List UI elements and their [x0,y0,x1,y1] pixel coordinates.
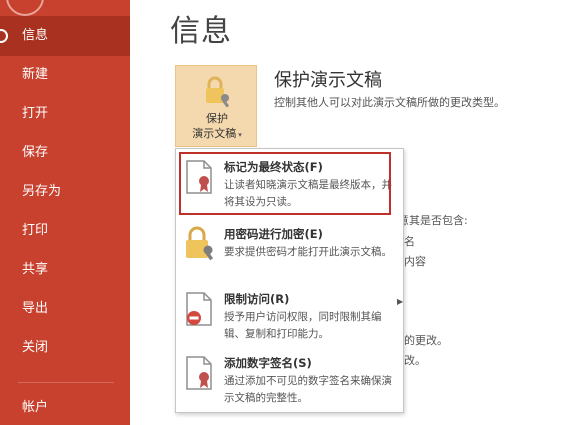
sidebar-item-label: 打开 [22,106,49,121]
backstage-sidebar: 信息 新建 打开 保存 另存为 打印 共享 导出 关闭 帐户 [0,0,130,425]
sidebar-item-label: 打印 [22,223,49,238]
sidebar-item-close[interactable]: 关闭 [0,328,130,368]
menu-item-description: 授予用户访问权限，同时限制其编辑、复制和打印能力。 [224,311,382,340]
menu-item-title: 用密码进行加密(E) [224,227,323,241]
section-description: 控制其他人可以对此演示文稿所做的更改类型。 [274,96,505,109]
menu-item-add-digital-signature[interactable]: 添加数字签名(S) 通过添加不可见的数字签名来确保演示文稿的完整性。 [176,349,403,411]
document-ribbon-icon [184,355,214,395]
menu-item-encrypt-with-password[interactable]: 用密码进行加密(E) 要求提供密码才能打开此演示文稿。 [176,220,403,282]
protect-button-label-2: 演示文稿 ▾ [192,127,242,140]
sidebar-item-open[interactable]: 打开 [0,94,130,134]
menu-item-restrict-access[interactable]: 限制访问(R) 授予用户访问权限，同时限制其编辑、复制和打印能力。 ▶ [176,285,403,347]
sidebar-item-label: 另存为 [22,184,62,199]
background-text: 意其是否包含: [398,214,468,227]
protect-dropdown-menu: 标记为最终状态(F) 让读者知晓演示文稿是最终版本，并将其设为只读。 用密码进行… [175,148,404,413]
menu-item-description: 要求提供密码才能打开此演示文稿。 [224,246,392,258]
sidebar-item-export[interactable]: 导出 [0,289,130,329]
protect-button-label-1: 保护 [206,112,228,125]
section-title: 保护演示文稿 [274,70,382,91]
lock-key-icon [204,76,232,112]
caret-down-icon: ▾ [238,131,242,139]
menu-item-title: 标记为最终状态(F) [224,160,323,174]
sidebar-item-share[interactable]: 共享 [0,250,130,290]
document-restricted-icon [184,291,214,331]
submenu-arrow-icon: ▶ [397,297,404,306]
sidebar-divider [18,382,114,383]
sidebar-item-new[interactable]: 新建 [0,55,130,95]
protect-presentation-button[interactable]: 保护 演示文稿 ▾ [175,65,257,147]
sidebar-item-label: 新建 [22,67,49,82]
sidebar-item-info[interactable]: 信息 [0,16,130,56]
menu-item-description: 通过添加不可见的数字签名来确保演示文稿的完整性。 [224,375,392,404]
lock-key-icon [184,226,216,266]
sidebar-item-label: 帐户 [22,400,49,415]
background-text: 的更改。 [404,334,448,347]
menu-item-mark-as-final[interactable]: 标记为最终状态(F) 让读者知晓演示文稿是最终版本，并将其设为只读。 [176,153,403,217]
sidebar-item-label: 信息 [22,28,49,43]
active-indicator [0,29,8,43]
sidebar-item-save[interactable]: 保存 [0,133,130,173]
page-title: 信息 [170,14,232,49]
sidebar-item-label: 导出 [22,301,49,316]
sidebar-item-label: 共享 [22,262,49,277]
background-text: 改。 [404,354,426,367]
sidebar-item-save-as[interactable]: 另存为 [0,172,130,212]
back-button[interactable] [6,0,44,16]
menu-item-title: 添加数字签名(S) [224,356,312,370]
sidebar-item-label: 关闭 [22,340,49,355]
background-text: 内容 [404,255,426,268]
sidebar-item-label: 保存 [22,145,49,160]
background-text: 名 [404,235,415,248]
menu-item-description: 让读者知晓演示文稿是最终版本，并将其设为只读。 [224,179,392,208]
sidebar-item-account[interactable]: 帐户 [0,388,130,425]
menu-item-title: 限制访问(R) [224,292,290,306]
document-ribbon-icon [184,159,214,199]
sidebar-item-print[interactable]: 打印 [0,211,130,251]
